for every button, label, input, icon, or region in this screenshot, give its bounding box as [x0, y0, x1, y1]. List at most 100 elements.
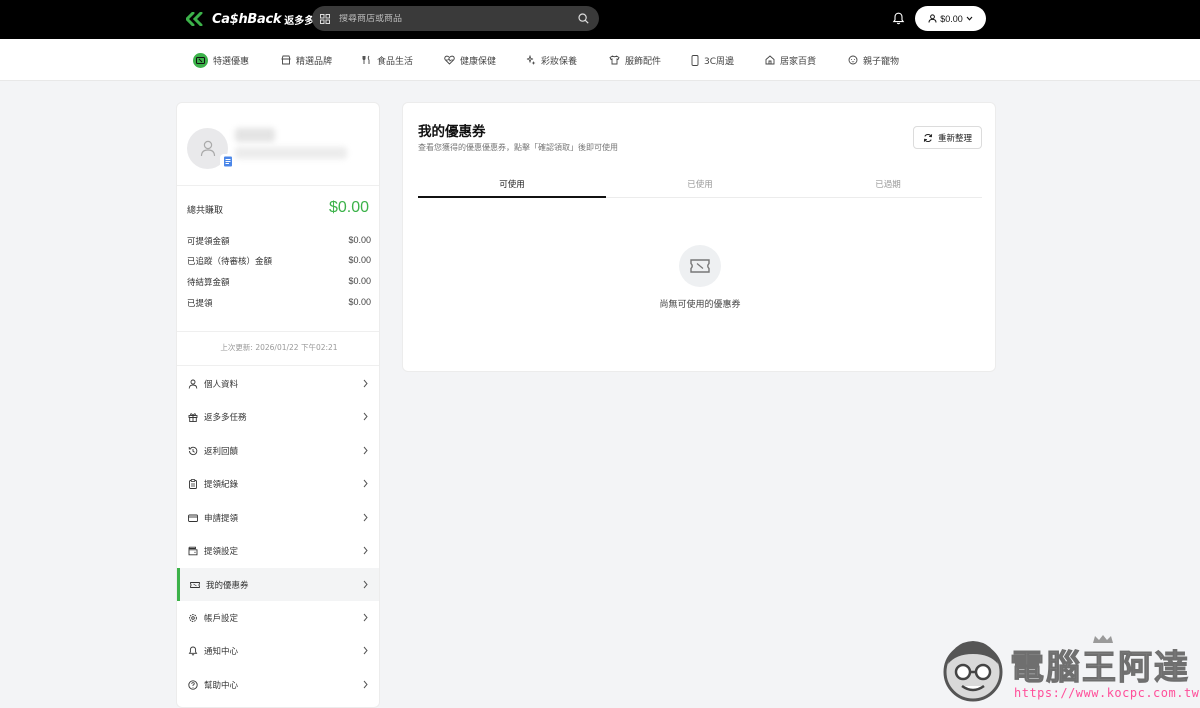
chevron-right-icon — [363, 646, 368, 655]
tab-expired[interactable]: 已過期 — [794, 176, 982, 197]
chevron-right-icon — [363, 479, 368, 488]
heart-pulse-icon — [444, 55, 455, 65]
blurred-username — [235, 128, 275, 142]
divider — [177, 331, 379, 332]
sidebar-item-help[interactable]: 幫助中心 — [177, 668, 379, 701]
coupon-tabs: 可使用 已使用 已過期 — [418, 176, 982, 198]
amount-value: $0.00 — [348, 297, 371, 307]
amount-label: 已提領 — [187, 299, 213, 309]
user-icon — [928, 14, 937, 23]
chevron-right-icon — [363, 680, 368, 689]
account-balance-button[interactable]: $0.00 — [915, 6, 986, 31]
sidebar-item-label: 提領紀錄 — [204, 479, 239, 490]
utensils-icon — [362, 55, 370, 64]
category-grid-icon[interactable] — [320, 13, 330, 24]
sidebar-item-withdrawal-settings[interactable]: 提領設定 — [177, 534, 379, 567]
sparkles-icon — [526, 55, 536, 65]
sidebar-item-label: 我的優惠券 — [206, 580, 249, 591]
balance-text: $0.00 — [940, 13, 963, 24]
sidebar-item-label: 返利回饋 — [204, 446, 239, 457]
logo-subtext: 返多多 — [284, 15, 315, 27]
category-label: 服飾配件 — [625, 56, 662, 67]
amount-value: $0.00 — [348, 235, 371, 245]
category-brands[interactable]: 精選品牌 — [281, 39, 332, 81]
sidebar-item-cashback[interactable]: 返利回饋 — [177, 434, 379, 467]
tab-available[interactable]: 可使用 — [418, 176, 606, 198]
sidebar-item-label: 幫助中心 — [204, 680, 239, 691]
gear-icon — [189, 613, 197, 622]
category-label: 彩妝保養 — [541, 56, 578, 67]
sidebar-item-tasks[interactable]: 返多多任務 — [177, 400, 379, 433]
refresh-button[interactable]: 重新整理 — [913, 126, 982, 149]
category-label: 精選品牌 — [296, 56, 333, 67]
page-title: 我的優惠券 — [418, 124, 486, 140]
sidebar-item-profile[interactable]: 個人資料 — [177, 367, 379, 400]
chevron-right-icon — [363, 379, 368, 388]
category-beauty[interactable]: 彩妝保養 — [526, 39, 577, 81]
search-bar[interactable] — [312, 6, 599, 31]
amount-value: $0.00 — [348, 255, 371, 265]
gift-icon — [188, 412, 198, 422]
history-icon — [188, 446, 198, 455]
account-sidebar: 總共賺取 $0.00 可提領金額 $0.00 已追蹤（待審核）金額 $0.00 … — [176, 102, 380, 708]
search-icon[interactable] — [578, 13, 589, 24]
mascot-logo — [943, 641, 1003, 702]
chevron-down-icon — [966, 16, 973, 21]
amount-row: 已提領 $0.00 — [187, 297, 371, 309]
shirt-icon — [609, 55, 620, 65]
sidebar-item-account-settings[interactable]: 帳戶設定 — [177, 601, 379, 634]
sidebar-item-withdrawal-history[interactable]: 提領紀錄 — [177, 467, 379, 500]
logo-text: Ca$hBack — [212, 11, 282, 27]
total-earned-value: $0.00 — [328, 199, 369, 216]
sidebar-item-label: 返多多任務 — [204, 412, 247, 423]
amount-label: 可提領金額 — [187, 237, 230, 247]
category-3c[interactable]: 3C周邊 — [691, 39, 734, 81]
special-offer-icon — [193, 52, 208, 68]
refresh-label: 重新整理 — [937, 133, 972, 144]
bell-icon — [188, 646, 198, 655]
baby-icon — [848, 55, 858, 65]
last-updated-text: 上次更新: 2026/01/22 下午02:21 — [220, 343, 338, 352]
phone-icon — [691, 54, 699, 66]
chevron-right-icon — [363, 580, 368, 589]
top-bar: Ca$hBack 返多多 $0.00 — [0, 0, 1200, 39]
category-family-pets[interactable]: 親子寵物 — [848, 39, 899, 81]
user-icon — [200, 140, 215, 157]
category-health[interactable]: 健康保健 — [444, 39, 496, 81]
sidebar-item-my-coupons[interactable]: 我的優惠券 — [177, 568, 379, 601]
category-special-offers[interactable]: 特選優惠 — [193, 39, 249, 81]
category-label: 食品生活 — [377, 56, 414, 67]
empty-coupon-icon — [679, 245, 721, 287]
blurred-email — [235, 147, 347, 159]
amount-value: $0.00 — [348, 276, 371, 286]
category-label: 親子寵物 — [863, 56, 900, 67]
category-food[interactable]: 食品生活 — [362, 39, 413, 81]
help-icon — [188, 679, 198, 690]
chevron-right-icon — [363, 412, 368, 421]
category-label: 健康保健 — [460, 56, 497, 67]
watermark-url: https://www.kocpc.com.tw/ — [1014, 686, 1200, 700]
notification-bell-icon[interactable] — [892, 12, 905, 25]
watermark: 電腦王阿達 https://www.kocpc.com.tw/ — [938, 632, 1200, 708]
category-label: 3C周邊 — [704, 56, 735, 67]
divider — [177, 365, 379, 366]
category-nav: 特選優惠 精選品牌 食品生活 健康保健 彩妝保養 服飾配件 3C周邊 居家百貨 … — [0, 39, 1200, 81]
category-home[interactable]: 居家百貨 — [765, 39, 816, 81]
sidebar-item-request-withdrawal[interactable]: 申請提領 — [177, 501, 379, 534]
sidebar-item-notifications[interactable]: 通知中心 — [177, 634, 379, 667]
chevron-right-icon — [363, 513, 368, 522]
amount-label: 待結算金額 — [187, 278, 230, 288]
sidebar-item-label: 通知中心 — [204, 646, 239, 657]
chevron-right-icon — [363, 446, 368, 455]
store-icon — [281, 55, 291, 65]
home-icon — [765, 55, 775, 65]
tab-used[interactable]: 已使用 — [606, 176, 794, 197]
category-apparel[interactable]: 服飾配件 — [609, 39, 661, 81]
sidebar-item-label: 帳戶設定 — [204, 613, 239, 624]
logo-chevrons-icon — [186, 12, 203, 26]
search-input[interactable] — [339, 13, 578, 24]
clipboard-icon — [189, 478, 197, 489]
sidebar-item-label: 提領設定 — [204, 546, 239, 557]
user-icon — [188, 379, 198, 389]
cashback-logo[interactable]: Ca$hBack 返多多 — [186, 10, 314, 28]
